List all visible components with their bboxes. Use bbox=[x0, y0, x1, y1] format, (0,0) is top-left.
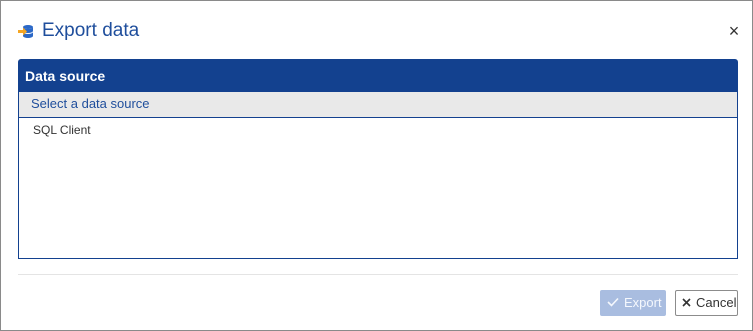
export-data-dialog: Export data × Data source Select a data … bbox=[0, 0, 753, 331]
list-title: Select a data source bbox=[19, 92, 737, 118]
data-source-list: SQL Client bbox=[19, 118, 737, 142]
dialog-title: Export data bbox=[42, 20, 140, 41]
export-button-label: Export bbox=[624, 295, 662, 310]
database-export-icon bbox=[17, 23, 35, 41]
cancel-button[interactable]: Cancel bbox=[675, 290, 738, 316]
list-item-sql-client[interactable]: SQL Client bbox=[19, 118, 737, 142]
data-source-panel: Data source Select a data source SQL Cli… bbox=[18, 59, 738, 259]
footer-divider bbox=[18, 274, 738, 275]
export-button[interactable]: Export bbox=[600, 290, 666, 316]
cancel-button-label: Cancel bbox=[696, 295, 737, 310]
checkmark-icon bbox=[607, 291, 619, 315]
close-icon[interactable]: × bbox=[726, 21, 742, 41]
panel-header: Data source bbox=[19, 60, 737, 92]
dialog-titlebar: Export data × bbox=[1, 1, 752, 59]
x-icon bbox=[682, 291, 691, 315]
